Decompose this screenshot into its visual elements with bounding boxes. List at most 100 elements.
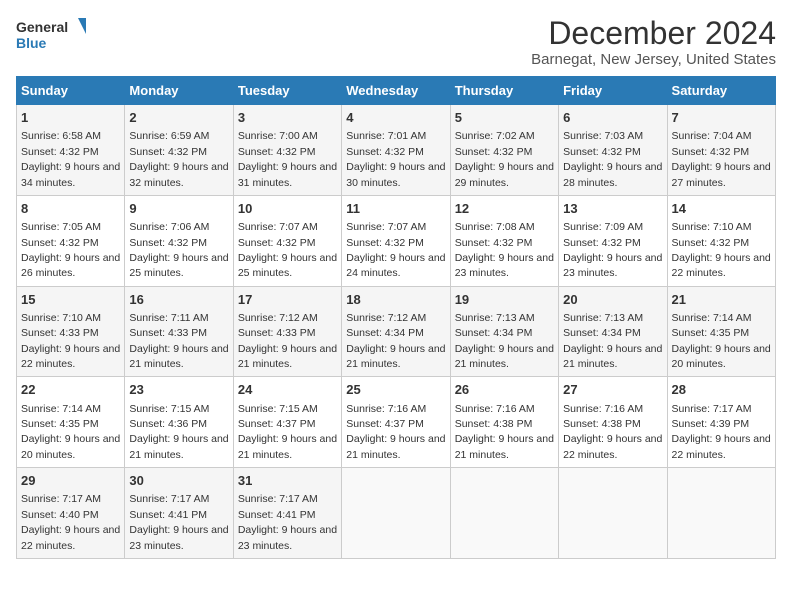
day-number: 22: [21, 381, 120, 399]
calendar-cell: 10 Sunrise: 7:07 AM Sunset: 4:32 PM Dayl…: [233, 195, 341, 286]
page-subtitle: Barnegat, New Jersey, United States: [531, 51, 776, 68]
day-info: Sunrise: 7:16 AM Sunset: 4:38 PM Dayligh…: [563, 403, 662, 461]
logo: General Blue: [16, 16, 86, 56]
day-number: 24: [238, 381, 337, 399]
calendar-cell: 9 Sunrise: 7:06 AM Sunset: 4:32 PM Dayli…: [125, 195, 233, 286]
calendar-week-row: 22 Sunrise: 7:14 AM Sunset: 4:35 PM Dayl…: [17, 377, 776, 468]
calendar-cell: 14 Sunrise: 7:10 AM Sunset: 4:32 PM Dayl…: [667, 195, 775, 286]
column-header-wednesday: Wednesday: [342, 77, 450, 105]
calendar-cell: 19 Sunrise: 7:13 AM Sunset: 4:34 PM Dayl…: [450, 286, 558, 377]
day-number: 11: [346, 200, 445, 218]
day-number: 3: [238, 109, 337, 127]
day-info: Sunrise: 7:09 AM Sunset: 4:32 PM Dayligh…: [563, 221, 662, 279]
day-info: Sunrise: 7:10 AM Sunset: 4:33 PM Dayligh…: [21, 312, 120, 370]
day-number: 16: [129, 291, 228, 309]
calendar-cell: 22 Sunrise: 7:14 AM Sunset: 4:35 PM Dayl…: [17, 377, 125, 468]
day-number: 30: [129, 472, 228, 490]
day-number: 17: [238, 291, 337, 309]
page-header: General Blue December 2024 Barnegat, New…: [16, 16, 776, 68]
column-header-monday: Monday: [125, 77, 233, 105]
calendar-cell: 29 Sunrise: 7:17 AM Sunset: 4:40 PM Dayl…: [17, 468, 125, 559]
day-number: 5: [455, 109, 554, 127]
day-number: 26: [455, 381, 554, 399]
calendar-cell: 30 Sunrise: 7:17 AM Sunset: 4:41 PM Dayl…: [125, 468, 233, 559]
day-info: Sunrise: 7:14 AM Sunset: 4:35 PM Dayligh…: [21, 403, 120, 461]
day-number: 10: [238, 200, 337, 218]
calendar-cell: [559, 468, 667, 559]
calendar-cell: 11 Sunrise: 7:07 AM Sunset: 4:32 PM Dayl…: [342, 195, 450, 286]
calendar-cell: 18 Sunrise: 7:12 AM Sunset: 4:34 PM Dayl…: [342, 286, 450, 377]
day-info: Sunrise: 7:03 AM Sunset: 4:32 PM Dayligh…: [563, 130, 662, 188]
day-number: 12: [455, 200, 554, 218]
calendar-cell: 16 Sunrise: 7:11 AM Sunset: 4:33 PM Dayl…: [125, 286, 233, 377]
day-number: 25: [346, 381, 445, 399]
day-number: 2: [129, 109, 228, 127]
calendar-week-row: 8 Sunrise: 7:05 AM Sunset: 4:32 PM Dayli…: [17, 195, 776, 286]
day-info: Sunrise: 7:05 AM Sunset: 4:32 PM Dayligh…: [21, 221, 120, 279]
day-info: Sunrise: 7:12 AM Sunset: 4:33 PM Dayligh…: [238, 312, 337, 370]
calendar-cell: 2 Sunrise: 6:59 AM Sunset: 4:32 PM Dayli…: [125, 105, 233, 196]
calendar-cell: 28 Sunrise: 7:17 AM Sunset: 4:39 PM Dayl…: [667, 377, 775, 468]
day-number: 13: [563, 200, 662, 218]
column-header-tuesday: Tuesday: [233, 77, 341, 105]
calendar-cell: 12 Sunrise: 7:08 AM Sunset: 4:32 PM Dayl…: [450, 195, 558, 286]
day-info: Sunrise: 7:15 AM Sunset: 4:36 PM Dayligh…: [129, 403, 228, 461]
day-number: 18: [346, 291, 445, 309]
day-info: Sunrise: 7:04 AM Sunset: 4:32 PM Dayligh…: [672, 130, 771, 188]
calendar-cell: 24 Sunrise: 7:15 AM Sunset: 4:37 PM Dayl…: [233, 377, 341, 468]
day-info: Sunrise: 7:08 AM Sunset: 4:32 PM Dayligh…: [455, 221, 554, 279]
calendar-cell: 7 Sunrise: 7:04 AM Sunset: 4:32 PM Dayli…: [667, 105, 775, 196]
calendar-cell: 5 Sunrise: 7:02 AM Sunset: 4:32 PM Dayli…: [450, 105, 558, 196]
column-header-sunday: Sunday: [17, 77, 125, 105]
calendar-cell: 20 Sunrise: 7:13 AM Sunset: 4:34 PM Dayl…: [559, 286, 667, 377]
calendar-week-row: 1 Sunrise: 6:58 AM Sunset: 4:32 PM Dayli…: [17, 105, 776, 196]
day-number: 29: [21, 472, 120, 490]
day-info: Sunrise: 7:16 AM Sunset: 4:38 PM Dayligh…: [455, 403, 554, 461]
calendar-cell: 3 Sunrise: 7:00 AM Sunset: 4:32 PM Dayli…: [233, 105, 341, 196]
day-info: Sunrise: 7:06 AM Sunset: 4:32 PM Dayligh…: [129, 221, 228, 279]
day-info: Sunrise: 7:17 AM Sunset: 4:40 PM Dayligh…: [21, 493, 120, 551]
day-number: 31: [238, 472, 337, 490]
calendar-cell: [342, 468, 450, 559]
day-info: Sunrise: 7:17 AM Sunset: 4:41 PM Dayligh…: [129, 493, 228, 551]
column-header-saturday: Saturday: [667, 77, 775, 105]
day-number: 7: [672, 109, 771, 127]
calendar-cell: 17 Sunrise: 7:12 AM Sunset: 4:33 PM Dayl…: [233, 286, 341, 377]
day-number: 1: [21, 109, 120, 127]
day-info: Sunrise: 7:12 AM Sunset: 4:34 PM Dayligh…: [346, 312, 445, 370]
calendar-cell: 1 Sunrise: 6:58 AM Sunset: 4:32 PM Dayli…: [17, 105, 125, 196]
day-info: Sunrise: 7:11 AM Sunset: 4:33 PM Dayligh…: [129, 312, 228, 370]
day-info: Sunrise: 7:17 AM Sunset: 4:39 PM Dayligh…: [672, 403, 771, 461]
calendar-cell: 26 Sunrise: 7:16 AM Sunset: 4:38 PM Dayl…: [450, 377, 558, 468]
title-area: December 2024 Barnegat, New Jersey, Unit…: [531, 16, 776, 68]
day-info: Sunrise: 7:15 AM Sunset: 4:37 PM Dayligh…: [238, 403, 337, 461]
day-info: Sunrise: 7:01 AM Sunset: 4:32 PM Dayligh…: [346, 130, 445, 188]
svg-text:Blue: Blue: [16, 35, 47, 51]
day-info: Sunrise: 7:00 AM Sunset: 4:32 PM Dayligh…: [238, 130, 337, 188]
day-info: Sunrise: 6:59 AM Sunset: 4:32 PM Dayligh…: [129, 130, 228, 188]
calendar-cell: 4 Sunrise: 7:01 AM Sunset: 4:32 PM Dayli…: [342, 105, 450, 196]
calendar-cell: [450, 468, 558, 559]
calendar-week-row: 15 Sunrise: 7:10 AM Sunset: 4:33 PM Dayl…: [17, 286, 776, 377]
calendar-cell: [667, 468, 775, 559]
day-info: Sunrise: 6:58 AM Sunset: 4:32 PM Dayligh…: [21, 130, 120, 188]
calendar-cell: 31 Sunrise: 7:17 AM Sunset: 4:41 PM Dayl…: [233, 468, 341, 559]
day-number: 9: [129, 200, 228, 218]
calendar-table: SundayMondayTuesdayWednesdayThursdayFrid…: [16, 76, 776, 559]
day-number: 21: [672, 291, 771, 309]
day-number: 14: [672, 200, 771, 218]
day-info: Sunrise: 7:10 AM Sunset: 4:32 PM Dayligh…: [672, 221, 771, 279]
calendar-cell: 13 Sunrise: 7:09 AM Sunset: 4:32 PM Dayl…: [559, 195, 667, 286]
column-header-thursday: Thursday: [450, 77, 558, 105]
day-info: Sunrise: 7:14 AM Sunset: 4:35 PM Dayligh…: [672, 312, 771, 370]
day-info: Sunrise: 7:02 AM Sunset: 4:32 PM Dayligh…: [455, 130, 554, 188]
logo-icon: General Blue: [16, 16, 86, 56]
day-info: Sunrise: 7:07 AM Sunset: 4:32 PM Dayligh…: [238, 221, 337, 279]
day-number: 23: [129, 381, 228, 399]
day-number: 19: [455, 291, 554, 309]
calendar-cell: 8 Sunrise: 7:05 AM Sunset: 4:32 PM Dayli…: [17, 195, 125, 286]
day-info: Sunrise: 7:16 AM Sunset: 4:37 PM Dayligh…: [346, 403, 445, 461]
calendar-cell: 27 Sunrise: 7:16 AM Sunset: 4:38 PM Dayl…: [559, 377, 667, 468]
svg-text:General: General: [16, 19, 68, 35]
day-number: 20: [563, 291, 662, 309]
